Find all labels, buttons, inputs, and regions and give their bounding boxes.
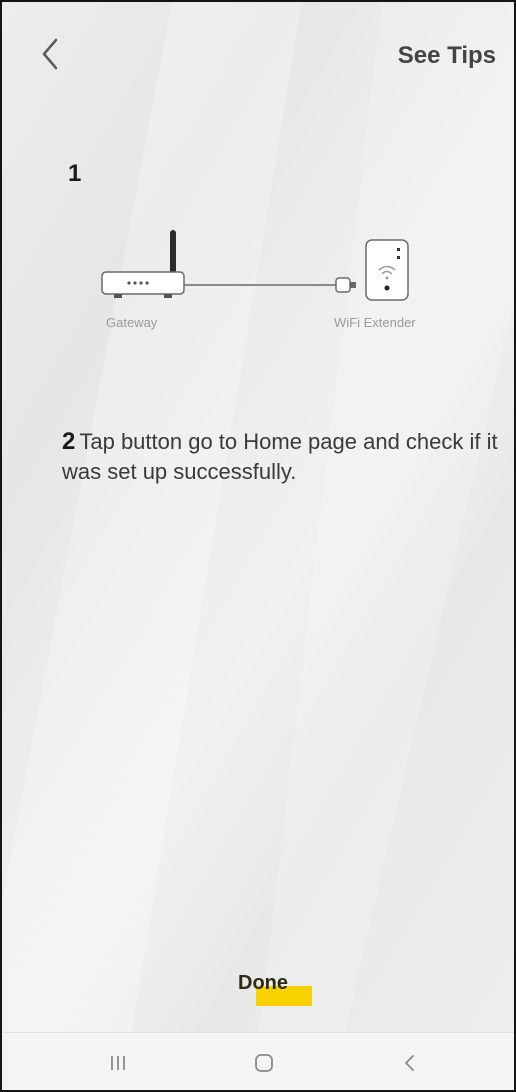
home-button[interactable] bbox=[252, 1051, 276, 1075]
step-1-number: 1 bbox=[68, 160, 82, 187]
chevron-left-icon bbox=[42, 38, 58, 70]
wifi-extender-icon bbox=[365, 239, 409, 301]
back-button[interactable] bbox=[32, 32, 72, 76]
recents-button[interactable] bbox=[106, 1051, 130, 1075]
gateway-router-icon bbox=[101, 271, 185, 298]
router-antenna bbox=[170, 230, 176, 274]
see-tips-button[interactable]: See Tips bbox=[398, 42, 496, 70]
system-navigation-bar bbox=[2, 1032, 514, 1090]
gateway-label: Gateway bbox=[106, 315, 158, 330]
wifi-extender-label: WiFi Extender bbox=[334, 315, 416, 330]
step-2-text: Tap button go to Home page and check if … bbox=[62, 429, 498, 484]
recents-icon bbox=[111, 1056, 125, 1070]
step-2-instruction: 2 Tap button go to Home page and check if… bbox=[62, 427, 502, 487]
system-back-button[interactable] bbox=[398, 1051, 422, 1075]
done-button[interactable]: Done bbox=[238, 972, 288, 995]
back-icon bbox=[405, 1055, 414, 1071]
step-2-number: 2 bbox=[62, 428, 76, 455]
cable-connector bbox=[335, 277, 351, 293]
home-icon bbox=[255, 1054, 273, 1072]
app-screen: See Tips 1 Gateway WiFi Extender 2 Tap b… bbox=[0, 0, 516, 1092]
